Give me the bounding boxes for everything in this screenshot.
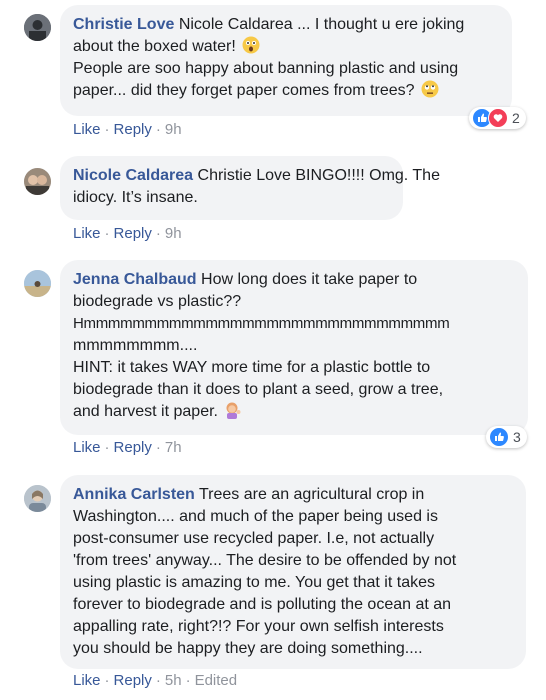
avatar[interactable] [24,14,51,41]
reply-link[interactable]: Reply [114,225,152,242]
comment-text: biodegrade vs plastic?? [73,293,242,310]
comment-bubble: Jenna Chalbaud How long does it take pap… [60,260,528,435]
comment-bubble: Christie Love Nicole Caldarea ... I thou… [60,5,512,116]
comment-text: Nicole Caldarea ... I thought u ere joki… [178,16,465,33]
reactions-summary[interactable]: 3 [486,426,527,448]
like-link[interactable]: Like [73,439,101,456]
comment-text: mmmmmmmm.... [73,337,198,354]
timestamp[interactable]: 7h [165,439,182,456]
reaction-count: 2 [512,110,520,126]
like-link[interactable]: Like [73,121,101,138]
comment-text: post-consumer use recycled paper. I.e, n… [73,530,435,547]
comment-text: People are soo happy about banning plast… [73,60,459,77]
comment-author[interactable]: Annika Carlsten [73,486,195,503]
comment-text: Washington.... and much of the paper bei… [73,508,438,525]
comment-text: you should be happy they are doing somet… [73,640,423,657]
reply-link[interactable]: Reply [114,672,152,689]
comment-text: forever to biodegrade and is polluting t… [73,596,452,613]
comment-text: HINT: it takes WAY more time for a plast… [73,359,431,376]
love-icon [488,108,508,128]
comment-text: and harvest it paper. [73,403,218,420]
comment-bubble: Annika Carlsten Trees are an agricultura… [60,475,526,669]
timestamp[interactable]: 5h [165,672,182,689]
avatar[interactable] [24,270,51,297]
comment-author[interactable]: Jenna Chalbaud [73,271,197,288]
comment-text: idiocy. It’s insane. [73,189,198,206]
like-link[interactable]: Like [73,672,101,689]
comment-text: biodegrade than it does to plant a seed,… [73,381,444,398]
reactions-summary[interactable]: 2 [469,107,526,129]
rolling-eyes-face-icon [421,80,439,98]
comment-author[interactable]: Nicole Caldarea [73,167,193,184]
comment-text: appalling rate, right?!? For your own se… [73,618,444,635]
avatar[interactable] [24,168,51,195]
comment-text: 'from trees' anyway... The desire to be … [73,552,457,569]
timestamp[interactable]: 9h [165,225,182,242]
comment-author[interactable]: Christie Love [73,16,174,33]
woman-tipping-hand-icon [224,401,242,419]
astonished-face-icon [242,36,260,54]
comment-text: Christie Love BINGO!!!! Omg. The [197,167,440,184]
reply-link[interactable]: Reply [114,121,152,138]
like-link[interactable]: Like [73,225,101,242]
like-icon [489,427,509,447]
reaction-count: 3 [513,429,521,445]
comment-text: Hmmmmmmmmmmmmmmmmmmmmmmmmmmmmmm [73,315,450,332]
edited-label: Edited [194,672,238,689]
comment-bubble: Nicole Caldarea Christie Love BINGO!!!! … [60,156,440,220]
comment-text: How long does it take paper to [201,271,418,288]
reply-link[interactable]: Reply [114,439,152,456]
comment-text: Trees are an agricultural crop in [198,486,425,503]
comment-actions: Like · Reply · 9h [73,121,182,138]
comment-actions: Like · Reply · 9h [73,225,182,242]
comment-text: using plastic is amazing to me. You get … [73,574,435,591]
comment-actions: Like · Reply · 5h · Edited [73,672,238,689]
comment-actions: Like · Reply · 7h [73,439,182,456]
comment-text: paper... did they forget paper comes fro… [73,82,415,99]
timestamp[interactable]: 9h [165,121,182,138]
avatar[interactable] [24,485,51,512]
comment-text: about the boxed water! [73,38,236,55]
